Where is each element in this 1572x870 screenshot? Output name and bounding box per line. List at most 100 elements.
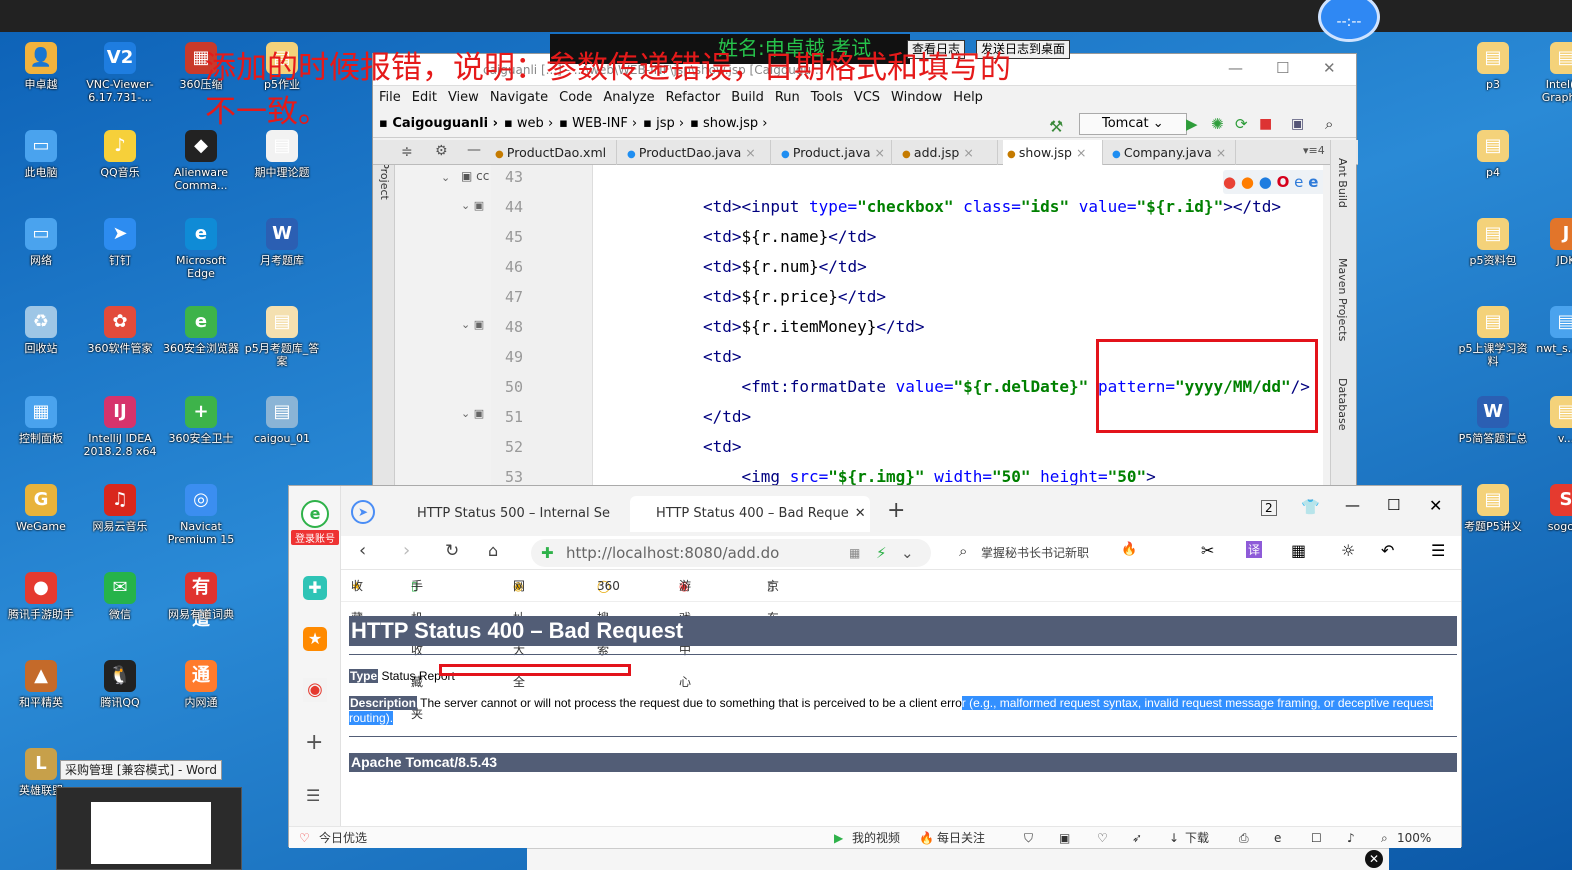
- hide-icon[interactable]: —: [467, 142, 481, 158]
- volume-icon[interactable]: ♪: [1347, 827, 1355, 849]
- window-icon[interactable]: ☐: [1311, 827, 1322, 849]
- close-icon[interactable]: ✕: [1429, 496, 1442, 515]
- heart-icon[interactable]: ♡: [299, 827, 310, 849]
- apps-grid-icon[interactable]: ▦: [1291, 541, 1306, 560]
- add-icon[interactable]: +: [305, 730, 323, 755]
- desktop-icon[interactable]: IJ IntelliJ IDEA 2018.2.8 x64: [81, 396, 159, 458]
- desktop-icon[interactable]: ▤ 期中理论题: [243, 130, 321, 179]
- firefox-icon[interactable]: ●: [1241, 173, 1254, 191]
- desktop-icon[interactable]: e Microsoft Edge: [162, 218, 240, 280]
- project-structure-icon[interactable]: ▣: [1291, 110, 1304, 138]
- editor-tab[interactable]: ● ProductDao.java ×: [623, 140, 771, 165]
- desktop-icon[interactable]: ▤ caigou_01: [243, 396, 321, 445]
- favorite-star-icon[interactable]: ★: [303, 627, 327, 651]
- desktop-icon[interactable]: ◆ Alienware Comma...: [162, 130, 240, 192]
- desktop-icon[interactable]: ▦ 控制面板: [2, 396, 80, 445]
- desktop-icon[interactable]: ● 腾讯手游助手: [2, 572, 80, 621]
- forward-icon[interactable]: ›: [403, 540, 410, 561]
- desktop-icon[interactable]: W P5简答题汇总: [1455, 396, 1531, 445]
- tab-close-icon[interactable]: ×: [1212, 145, 1226, 160]
- debug-icon[interactable]: ✺: [1211, 110, 1224, 138]
- desktop-icon[interactable]: ▤ nwt_s...4.1: [1528, 306, 1572, 355]
- tab-close-icon[interactable]: ×: [741, 145, 755, 160]
- fire-icon[interactable]: 🔥: [919, 827, 934, 849]
- shield-icon[interactable]: ⛉: [1024, 827, 1033, 849]
- desktop-icon[interactable]: ◎ Navicat Premium 15: [162, 484, 240, 546]
- run-icon[interactable]: ▶: [1186, 110, 1198, 138]
- desktop-icon[interactable]: +360安全卫士: [162, 396, 240, 445]
- desktop-icon[interactable]: V2 VNC-Viewer-6.17.731-...: [81, 42, 159, 104]
- desktop-icon[interactable]: ▤ p5资料包: [1455, 218, 1531, 267]
- tree-arrow-icon[interactable]: ⌄ ▣: [461, 318, 484, 331]
- desktop-icon[interactable]: J JDK: [1528, 218, 1572, 267]
- run-config-select[interactable]: Tomcat ⌄: [1079, 113, 1187, 135]
- desktop-icon[interactable]: ▤ 考题P5讲义: [1455, 484, 1531, 533]
- minimize-icon[interactable]: —: [1228, 59, 1243, 77]
- url-input[interactable]: ✚ http://localhost:8080/add.do ▦ ⚡ ⌄: [531, 539, 931, 567]
- desktop-icon[interactable]: 有道 网易有道词典: [162, 572, 240, 630]
- tab-status-500[interactable]: HTTP Status 500 – Internal Se: [391, 496, 623, 532]
- status-item-download[interactable]: 下载: [1185, 827, 1209, 849]
- reload-icon[interactable]: ↻: [445, 541, 459, 561]
- translate-icon[interactable]: 译: [1246, 541, 1263, 558]
- tab-close-icon[interactable]: ✕: [855, 506, 866, 521]
- maximize-icon[interactable]: ☐: [1276, 59, 1289, 77]
- desktop-icon[interactable]: 通内网通: [162, 660, 240, 709]
- desktop-icon[interactable]: ▭ 网络: [2, 218, 80, 267]
- search-icon[interactable]: ⌕: [1325, 110, 1333, 138]
- speed-icon[interactable]: ⚡: [876, 539, 887, 567]
- search-hint[interactable]: 掌握秘书长书记新职: [981, 544, 1089, 561]
- edge-icon[interactable]: e: [1308, 173, 1318, 191]
- close-icon[interactable]: ✕: [1323, 59, 1336, 77]
- desktop-icon[interactable]: ▲ 和平精英: [2, 660, 80, 709]
- ant-build-tab[interactable]: Ant Build: [1336, 158, 1349, 208]
- status-item-daily[interactable]: 每日关注: [937, 827, 985, 849]
- maven-projects-tab[interactable]: Maven Projects: [1336, 258, 1349, 341]
- heart-outline-icon[interactable]: ♡: [1097, 827, 1108, 849]
- tab-count-icon[interactable]: 2: [1261, 500, 1277, 516]
- desktop-icon[interactable]: ▤ v...: [1528, 396, 1572, 445]
- code-editor[interactable]: ● ● ● O e e <td><input type="checkbox" c…: [593, 165, 1323, 494]
- build-hammer-icon[interactable]: ⚒: [1049, 113, 1063, 141]
- opera-icon[interactable]: O: [1277, 173, 1290, 191]
- plugin-icon[interactable]: ✚: [303, 576, 327, 600]
- collapse-icon[interactable]: ≑: [401, 144, 413, 160]
- back-icon[interactable]: ‹: [359, 540, 366, 561]
- desktop-icon[interactable]: ▤ p5上课学习资料: [1455, 306, 1531, 368]
- search-icon[interactable]: ⌕: [959, 542, 967, 560]
- tree-arrow-icon[interactable]: ⌄: [441, 171, 450, 184]
- close-icon[interactable]: ✕: [1365, 850, 1383, 868]
- maximize-icon[interactable]: ☐: [1387, 496, 1400, 514]
- desktop-icon[interactable]: ➤ 钉钉: [81, 218, 159, 267]
- menu-icon[interactable]: ☰: [1431, 541, 1445, 560]
- desktop-icon[interactable]: ♪ QQ音乐: [81, 130, 159, 179]
- tab-close-icon[interactable]: ×: [959, 145, 973, 160]
- database-tab[interactable]: Database: [1336, 378, 1349, 431]
- chrome-icon[interactable]: ●: [1223, 173, 1236, 191]
- desktop-icon[interactable]: Ssogo...: [1528, 484, 1572, 533]
- desktop-icon[interactable]: ✉ 微信: [81, 572, 159, 621]
- desktop-icon[interactable]: ✿ 360软件管家: [81, 306, 159, 355]
- tab-status-400[interactable]: HTTP Status 400 – Bad Reque ✕: [630, 496, 870, 532]
- editor-tab[interactable]: ● Product.java ×: [777, 140, 892, 165]
- desktop-icon[interactable]: W 月考题库: [243, 218, 321, 267]
- editor-tab[interactable]: ● add.jsp ×: [898, 140, 998, 165]
- zoom-icon[interactable]: ⌕: [1381, 827, 1388, 849]
- safari-icon[interactable]: ●: [1259, 173, 1272, 191]
- tab-close-icon[interactable]: ×: [1072, 145, 1086, 160]
- skin-icon[interactable]: 👕: [1301, 498, 1320, 516]
- login-account-label[interactable]: 登录账号: [291, 530, 339, 545]
- browser-logo-icon[interactable]: e: [301, 500, 329, 528]
- menu-list-icon[interactable]: ☰: [306, 786, 320, 805]
- browser-launch-icons[interactable]: ● ● ● O e e: [1223, 170, 1323, 194]
- word-window-thumbnail[interactable]: [56, 787, 242, 870]
- zoom-level[interactable]: 100%: [1397, 827, 1431, 849]
- desktop-icon[interactable]: ▤ p3: [1455, 42, 1531, 91]
- stop-icon[interactable]: ■: [1259, 110, 1272, 138]
- undo-icon[interactable]: ↶: [1381, 541, 1394, 560]
- tab-close-icon[interactable]: ×: [871, 145, 885, 160]
- image-icon[interactable]: ▣: [1059, 827, 1070, 849]
- scissors-icon[interactable]: ✂: [1201, 541, 1214, 560]
- home-icon[interactable]: ⌂: [488, 541, 498, 560]
- editor-tab[interactable]: ● Company.java ×: [1108, 140, 1236, 165]
